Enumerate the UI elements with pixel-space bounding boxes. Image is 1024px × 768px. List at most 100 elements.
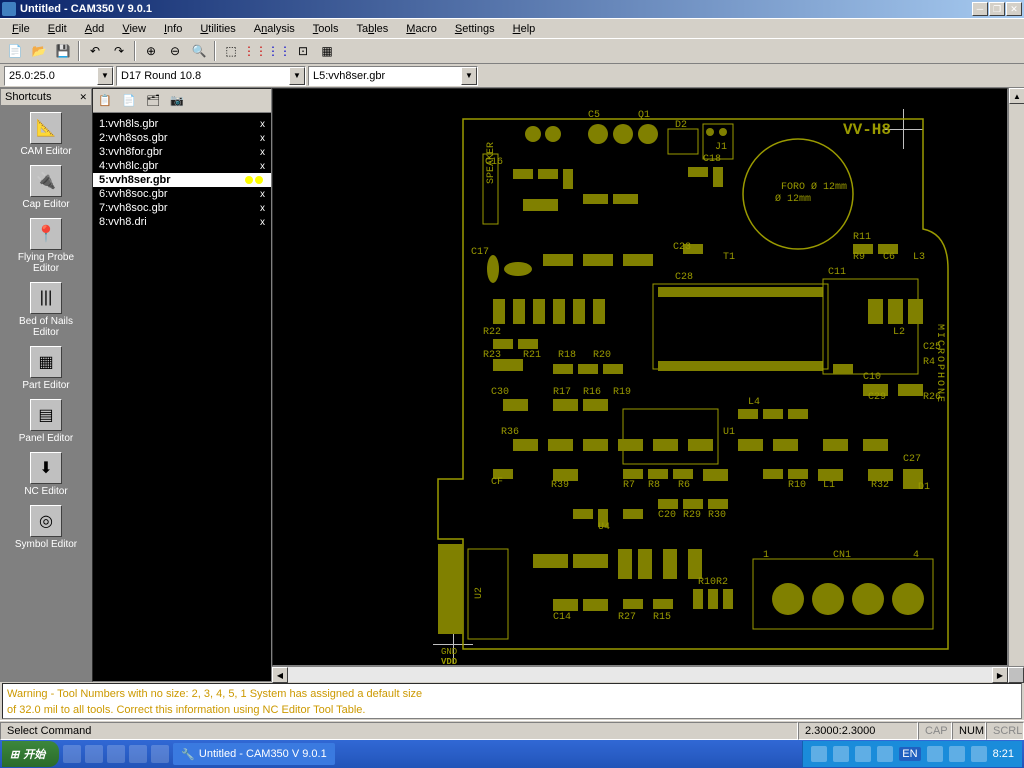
vertical-scrollbar[interactable]: ▲ xyxy=(1008,88,1024,666)
layer-visibility[interactable]: x xyxy=(260,119,265,130)
layer-visibility[interactable]: x xyxy=(260,161,265,172)
menu-view[interactable]: View xyxy=(114,21,154,37)
svg-text:R4: R4 xyxy=(923,357,935,368)
layer-combo[interactable]: L5:vvh8ser.gbr ▼ xyxy=(308,66,478,86)
shortcut-symbol-editor[interactable]: ◎ Symbol Editor xyxy=(15,505,77,550)
new-button[interactable]: 📄 xyxy=(4,40,26,62)
grid1-button[interactable]: ⋮⋮ xyxy=(244,40,266,62)
layer-add-button[interactable]: 📋 xyxy=(95,91,115,111)
status-message: Select Command xyxy=(0,722,798,740)
quicklaunch-icon[interactable] xyxy=(107,745,125,763)
layer-row[interactable]: 4:vvh8lc.gbrx xyxy=(93,159,271,173)
layer-row[interactable]: 5:vvh8ser.gbr xyxy=(93,173,271,187)
menu-help[interactable]: Help xyxy=(505,21,544,37)
menu-add[interactable]: Add xyxy=(77,21,113,37)
layer-visibility[interactable]: x xyxy=(260,189,265,200)
menu-tables[interactable]: Tables xyxy=(348,21,396,37)
redo-button[interactable]: ↷ xyxy=(108,40,130,62)
shortcut-flying-probe-editor[interactable]: 📍Flying Probe Editor xyxy=(6,218,86,274)
aperture-combo[interactable]: D17 Round 10.8 ▼ xyxy=(116,66,306,86)
tray-icon[interactable] xyxy=(949,746,965,762)
shortcut-cap-editor[interactable]: 🔌Cap Editor xyxy=(22,165,69,210)
zoom-out-button[interactable]: ⊖ xyxy=(164,40,186,62)
lang-indicator[interactable]: EN xyxy=(899,747,920,761)
tray-icon[interactable] xyxy=(877,746,893,762)
svg-text:R7: R7 xyxy=(623,480,635,491)
undo-button[interactable]: ↶ xyxy=(84,40,106,62)
dropdown-arrow-icon[interactable]: ▼ xyxy=(461,67,477,85)
start-button[interactable]: ⊞开始 xyxy=(2,741,59,767)
open-button[interactable]: 📂 xyxy=(28,40,50,62)
layer-compose-button[interactable]: 🗂 xyxy=(143,91,163,111)
menu-edit[interactable]: Edit xyxy=(40,21,75,37)
shortcut-bed-of-nails-editor[interactable]: |||Bed of Nails Editor xyxy=(6,282,86,338)
menu-tools[interactable]: Tools xyxy=(305,21,347,37)
layer-row[interactable]: 8:vvh8.drix xyxy=(93,215,271,229)
shortcut-icon: 📍 xyxy=(30,218,62,250)
layer-visibility[interactable] xyxy=(245,176,265,184)
close-button[interactable]: ✕ xyxy=(1006,2,1022,16)
layer-row[interactable]: 7:vvh8soc.gbrx xyxy=(93,201,271,215)
layer-button[interactable]: ▦ xyxy=(316,40,338,62)
scroll-up-icon[interactable]: ▲ xyxy=(1009,88,1024,104)
save-button[interactable]: 💾 xyxy=(52,40,74,62)
quicklaunch-icon[interactable] xyxy=(63,745,81,763)
canvas[interactable]: FORO Ø 12mm Ø 12mm VV-H8 C5Q1 D2 J1 SPEA… xyxy=(272,88,1008,666)
horizontal-scrollbar[interactable]: ◀ ▶ xyxy=(272,666,1024,682)
layer-visibility[interactable]: x xyxy=(260,147,265,158)
layers-toolbar: 📋 📄 🗂 📷 xyxy=(93,89,271,113)
clock[interactable]: 8:21 xyxy=(993,748,1014,760)
dropdown-arrow-icon[interactable]: ▼ xyxy=(289,67,305,85)
quicklaunch-icon[interactable] xyxy=(129,745,147,763)
shortcut-icon: ◎ xyxy=(30,505,62,537)
layer-visibility[interactable]: x xyxy=(260,203,265,214)
layer-camera-button[interactable]: 📷 xyxy=(167,91,187,111)
layer-row[interactable]: 2:vvh8sos.gbrx xyxy=(93,131,271,145)
tray-icon[interactable] xyxy=(855,746,871,762)
scroll-left-icon[interactable]: ◀ xyxy=(272,667,288,683)
grid2-button[interactable]: ⋮⋮ xyxy=(268,40,290,62)
shortcut-icon: ▤ xyxy=(30,399,62,431)
shortcut-nc-editor[interactable]: ⬇NC Editor xyxy=(24,452,67,497)
scroll-right-icon[interactable]: ▶ xyxy=(992,667,1008,683)
svg-text:R10: R10 xyxy=(788,480,806,491)
shortcut-label: Symbol Editor xyxy=(15,539,77,550)
snap-button[interactable]: ⊡ xyxy=(292,40,314,62)
layer-row[interactable]: 6:vvh8soc.gbrx xyxy=(93,187,271,201)
tray-icon[interactable] xyxy=(927,746,943,762)
layer-paste-button[interactable]: 📄 xyxy=(119,91,139,111)
menu-settings[interactable]: Settings xyxy=(447,21,503,37)
shortcut-cam-editor[interactable]: 📐CAM Editor xyxy=(20,112,71,157)
dropdown-arrow-icon[interactable]: ▼ xyxy=(97,67,113,85)
taskbar-app[interactable]: 🔧Untitled - CAM350 V 9.0.1 xyxy=(173,743,335,765)
coord-combo[interactable]: 25.0:25.0 ▼ xyxy=(4,66,114,86)
menu-file[interactable]: File xyxy=(4,21,38,37)
shortcut-panel-editor[interactable]: ▤Panel Editor xyxy=(19,399,73,444)
maximize-button[interactable]: ❐ xyxy=(989,2,1005,16)
select-button[interactable]: ⬚ xyxy=(220,40,242,62)
quicklaunch-icon[interactable] xyxy=(85,745,103,763)
tray-icon[interactable] xyxy=(811,746,827,762)
layer-row[interactable]: 1:vvh8ls.gbrx xyxy=(93,117,271,131)
layers-list[interactable]: 1:vvh8ls.gbrx2:vvh8sos.gbrx3:vvh8for.gbr… xyxy=(93,113,271,681)
layer-visibility[interactable]: x xyxy=(260,133,265,144)
svg-text:FORO Ø 12mm: FORO Ø 12mm xyxy=(781,181,847,193)
menu-macro[interactable]: Macro xyxy=(398,21,445,37)
zoom-fit-button[interactable]: 🔍 xyxy=(188,40,210,62)
panel-close-icon[interactable]: ✕ xyxy=(79,92,87,103)
menu-analysis[interactable]: Analysis xyxy=(246,21,303,37)
menubar: File Edit Add View Info Utilities Analys… xyxy=(0,18,1024,38)
menu-utilities[interactable]: Utilities xyxy=(192,21,243,37)
zoom-in-button[interactable]: ⊕ xyxy=(140,40,162,62)
minimize-button[interactable]: ─ xyxy=(972,2,988,16)
layer-row[interactable]: 3:vvh8for.gbrx xyxy=(93,145,271,159)
menu-info[interactable]: Info xyxy=(156,21,190,37)
shortcut-part-editor[interactable]: ▦Part Editor xyxy=(22,346,69,391)
svg-text:Ø 12mm: Ø 12mm xyxy=(775,193,811,205)
svg-text:C23: C23 xyxy=(673,242,691,253)
system-tray: EN 8:21 xyxy=(802,741,1022,767)
tray-icon[interactable] xyxy=(971,746,987,762)
tray-icon[interactable] xyxy=(833,746,849,762)
layer-visibility[interactable]: x xyxy=(260,217,265,228)
quicklaunch-icon[interactable] xyxy=(151,745,169,763)
